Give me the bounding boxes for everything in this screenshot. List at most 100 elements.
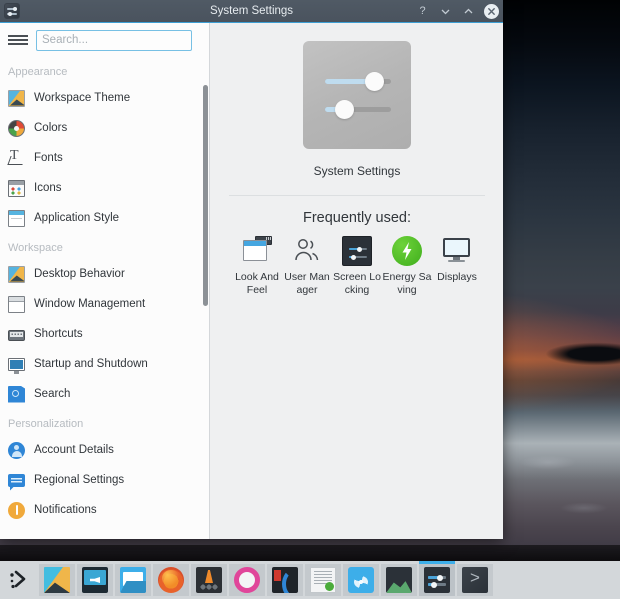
sidebar-item-regional-settings[interactable]: Regional Settings	[0, 465, 209, 495]
section-label-workspace: Workspace	[8, 242, 63, 254]
frequently-used-heading: Frequently used:	[302, 210, 411, 226]
discover-bag-icon	[348, 567, 374, 593]
color-wheel-icon	[8, 119, 25, 137]
task-file-manager[interactable]	[115, 564, 151, 596]
sidebar-item-account-details[interactable]: Account Details	[0, 435, 209, 465]
task-wallpaper-app[interactable]	[39, 564, 75, 596]
search-input[interactable]	[36, 29, 192, 51]
document-icon	[310, 567, 336, 593]
section-label-personalization: Personalization	[8, 418, 84, 430]
user-manager-icon	[292, 236, 322, 266]
task-discover[interactable]	[343, 564, 379, 596]
task-document-app[interactable]	[305, 564, 341, 596]
sidebar-item-label: Fonts	[34, 152, 63, 164]
wallpaper-rocks	[500, 330, 620, 370]
wallpaper-icon	[44, 567, 70, 593]
sidebar-item-label: Regional Settings	[34, 474, 125, 486]
sidebar-item-desktop-behavior[interactable]: Desktop Behavior	[0, 259, 209, 289]
firefox-icon	[158, 567, 184, 593]
font-icon	[8, 148, 25, 167]
look-and-feel-icon	[242, 236, 272, 266]
task-terminal[interactable]	[457, 564, 493, 596]
folder-icon	[120, 567, 146, 593]
window-icon	[8, 295, 25, 313]
sidebar-item-label: Startup and Shutdown	[34, 358, 148, 370]
freq-item-look-and-feel[interactable]: Look And Feel	[232, 236, 282, 297]
wallpaper-icon	[8, 265, 25, 283]
application-window-icon	[8, 209, 25, 227]
speech-bubble-icon	[8, 473, 25, 487]
sidebar-item-application-style[interactable]: Application Style	[0, 203, 209, 233]
sidebar-item-shortcuts[interactable]: Shortcuts	[0, 319, 209, 349]
sidebar-item-icons[interactable]: Icons	[0, 173, 209, 203]
sidebar-item-notifications[interactable]: Notifications	[0, 495, 209, 525]
sidebar-item-label: Notifications	[34, 504, 97, 516]
task-vlc[interactable]	[191, 564, 227, 596]
sidebar-item-label: Search	[34, 388, 71, 400]
kde-logo-icon	[7, 568, 31, 592]
freq-item-displays[interactable]: Displays	[432, 236, 482, 297]
sidebar-item-startup-and-shutdown[interactable]: Startup and Shutdown	[0, 349, 209, 379]
search-document-icon	[8, 385, 25, 403]
close-icon[interactable]	[484, 3, 499, 19]
freq-item-user-manager[interactable]: User Manager	[282, 236, 332, 297]
maximize-icon[interactable]	[461, 4, 476, 19]
ring-icon	[234, 567, 260, 593]
sidebar: Appearance Workspace Theme Colors Fonts …	[0, 23, 210, 539]
task-kate[interactable]	[267, 564, 303, 596]
freq-item-label: Look And Feel	[235, 271, 279, 296]
help-icon[interactable]: ?	[415, 4, 430, 19]
sidebar-scroll-area: Appearance Workspace Theme Colors Fonts …	[0, 57, 209, 539]
sidebar-item-label: Desktop Behavior	[34, 268, 125, 280]
kate-icon	[272, 567, 298, 593]
notification-bell-icon	[8, 501, 25, 519]
terminal-prompt-icon	[462, 567, 488, 593]
search-row	[0, 23, 209, 57]
freq-item-label: User Manager	[284, 271, 330, 296]
sidebar-item-label: Colors	[34, 122, 68, 134]
sidebar-item-fonts[interactable]: Fonts	[0, 143, 209, 173]
task-firefox[interactable]	[153, 564, 189, 596]
task-display-app[interactable]	[77, 564, 113, 596]
window-titlebar[interactable]: System Settings ?	[0, 0, 503, 23]
displays-icon	[442, 236, 472, 266]
vlc-cone-icon	[196, 567, 222, 593]
sidebar-scrollbar[interactable]	[203, 85, 208, 306]
sidebar-item-workspace-theme[interactable]: Workspace Theme	[0, 83, 209, 113]
sidebar-item-search[interactable]: Search	[0, 379, 209, 409]
sidebar-item-colors[interactable]: Colors	[0, 113, 209, 143]
system-settings-sliders-icon	[303, 41, 411, 149]
freq-item-energy-saving[interactable]: Energy Saving	[382, 236, 432, 297]
screen-locking-icon	[342, 236, 372, 266]
monitor-icon	[8, 357, 25, 374]
wallpaper-beach-reflection	[500, 430, 620, 560]
keyboard-icon	[8, 330, 25, 341]
sidebar-item-label: Window Management	[34, 298, 146, 310]
task-system-settings[interactable]	[419, 561, 455, 596]
hamburger-icon[interactable]	[6, 30, 30, 50]
sidebar-item-label: Application Style	[34, 212, 120, 224]
system-settings-window: System Settings ? Appearanc	[0, 0, 503, 539]
task-ring-app[interactable]	[229, 564, 265, 596]
energy-saving-icon	[392, 236, 422, 266]
frequently-used-section: Frequently used: Look And Feel User Mana…	[211, 196, 503, 297]
window-body: Appearance Workspace Theme Colors Fonts …	[0, 23, 503, 539]
icons-grid-icon	[8, 179, 25, 197]
freq-item-label: Energy Saving	[382, 271, 432, 296]
freq-item-label: Screen Locking	[333, 271, 381, 296]
main-content: System Settings Frequently used: Look An…	[211, 23, 503, 539]
taskbar-panel	[0, 561, 620, 599]
image-viewer-icon	[386, 567, 412, 593]
freq-item-screen-locking[interactable]: Screen Locking	[332, 236, 382, 297]
minimize-icon[interactable]	[438, 4, 453, 19]
freq-item-label: Displays	[437, 271, 477, 283]
user-avatar-icon	[8, 441, 25, 459]
sidebar-item-label: Account Details	[34, 444, 114, 456]
frequently-used-grid: Look And Feel User Manager Screen Lockin…	[211, 236, 503, 297]
window-controls: ?	[415, 0, 499, 22]
wallpaper-icon	[8, 89, 25, 107]
task-image-viewer[interactable]	[381, 564, 417, 596]
sidebar-item-window-management[interactable]: Window Management	[0, 289, 209, 319]
application-launcher-button[interactable]	[0, 561, 38, 599]
system-settings-sliders-icon	[424, 567, 450, 593]
